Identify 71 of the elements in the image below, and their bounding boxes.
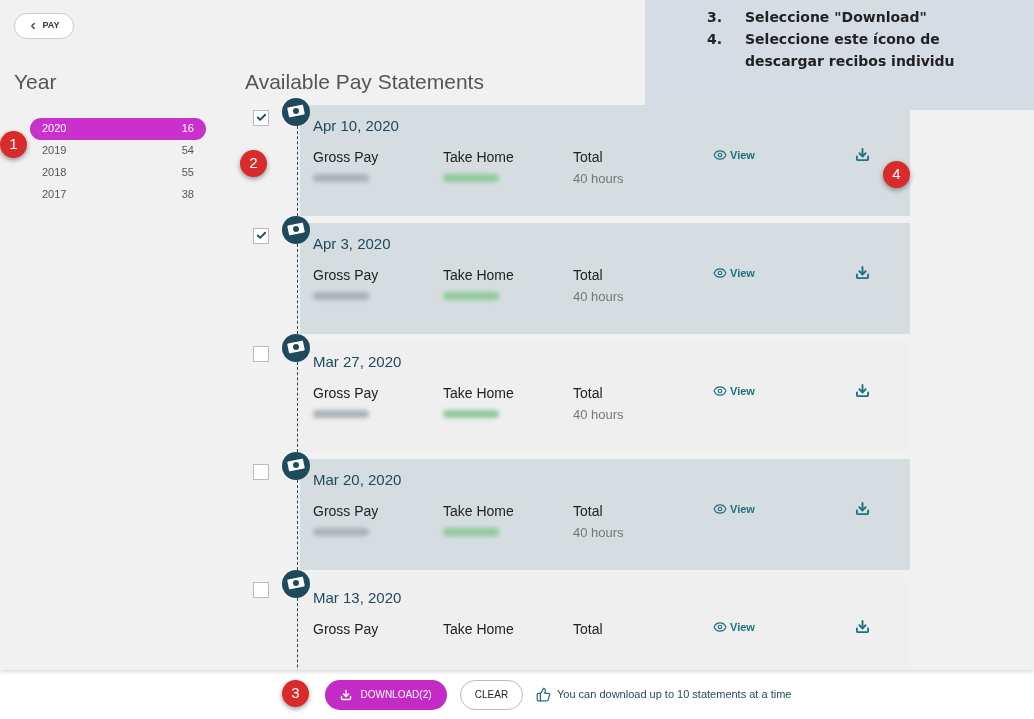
download-icon[interactable] [855,265,870,280]
view-link[interactable]: View [713,265,755,281]
view-link[interactable]: View [713,147,755,163]
section-title: Available Pay Statements [245,69,485,95]
row-checkbox[interactable] [253,581,269,598]
step-number: 4. [707,30,724,49]
statement-date: Mar 27, 2020 [313,351,403,372]
row-checkbox[interactable] [253,345,269,362]
column-label: Total [573,266,604,285]
step-text: Seleccione "Download" [745,8,928,27]
total-hours: 40 hours [573,406,625,424]
back-button[interactable]: PAY [14,13,74,39]
statement-date: Apr 10, 2020 [313,115,400,136]
blurred-amount [313,528,369,536]
step-number: 3. [707,8,724,27]
column-label: Total [573,384,604,403]
row-checkbox[interactable] [253,463,269,480]
blurred-amount [443,410,499,418]
statement-date: Apr 3, 2020 [313,233,392,254]
download-button[interactable]: DOWNLOAD(2) [325,679,447,710]
clear-button[interactable]: CLEAR [460,679,523,710]
eye-icon [713,148,727,162]
column-label: Take Home [443,266,515,285]
eye-icon [713,620,727,634]
column-label: Total [573,502,604,521]
column-label: Gross Pay [313,384,380,403]
total-hours: 40 hours [573,170,625,188]
step-text: Seleccione este ícono de descargar recibos individu [745,30,956,71]
column-label: Take Home [443,148,515,167]
download-icon[interactable] [855,383,870,398]
column-label: Gross Pay [313,620,380,639]
check-icon [255,112,267,123]
download-icon [340,688,353,701]
blurred-amount [313,410,369,418]
blurred-amount [443,174,499,182]
column-label: Gross Pay [313,502,380,521]
blurred-amount [443,528,499,536]
eye-icon [713,502,727,516]
column-label: Total [573,148,604,167]
check-icon [255,230,267,241]
year-item[interactable]: 2020 16 [30,117,206,140]
blurred-amount [313,292,369,300]
total-hours: 40 hours [573,524,625,542]
total-hours: 40 hours [573,288,625,306]
download-icon[interactable] [855,619,870,634]
column-label: Total [573,620,604,639]
blurred-amount [313,174,369,182]
panel-title: Year [14,69,58,95]
view-link[interactable]: View [713,619,755,635]
column-label: Take Home [443,620,515,639]
row-checkbox[interactable] [253,227,269,244]
column-label: Take Home [443,384,515,403]
statement-date: Mar 13, 2020 [313,587,403,608]
download-icon[interactable] [855,147,870,162]
year-item[interactable]: 2017 38 [30,183,206,206]
download-hint: You can download up to 10 statements at a time [557,687,792,703]
view-link[interactable]: View [713,501,755,517]
view-link[interactable]: View [713,383,755,399]
column-label: Gross Pay [313,266,380,285]
column-label: Take Home [443,502,515,521]
statement-date: Mar 20, 2020 [313,469,403,490]
thumbs-up-icon [536,687,551,702]
eye-icon [713,266,727,280]
row-checkbox[interactable] [253,109,269,126]
eye-icon [713,384,727,398]
column-label: Gross Pay [313,148,380,167]
blurred-amount [443,292,499,300]
year-item[interactable]: 2019 54 [30,139,206,162]
download-icon[interactable] [855,501,870,516]
year-item[interactable]: 2018 55 [30,161,206,184]
step-marker: 3 [282,680,309,707]
